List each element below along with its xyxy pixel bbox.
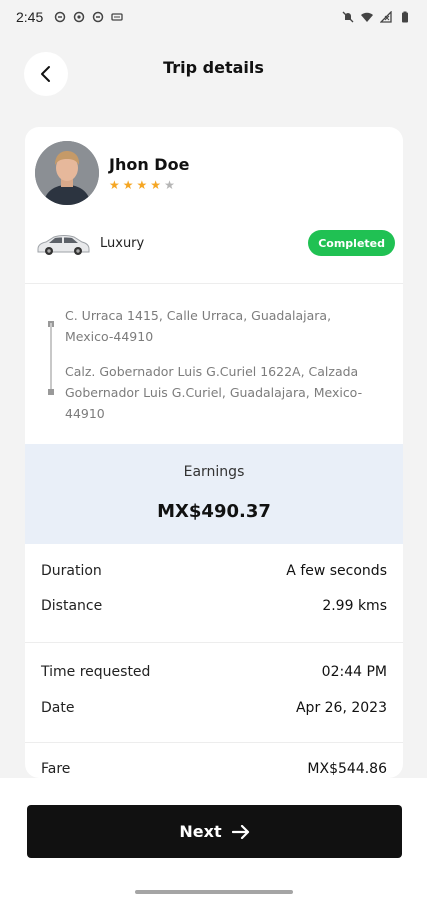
star-icon: ★ [122,178,134,192]
date-value: Apr 26, 2023 [295,700,387,716]
star-icon: ★ [109,178,120,192]
star-icon: ★ [136,178,148,192]
notification-icon [55,11,66,23]
fare-value: MX$544.86 [307,761,387,777]
duration-row: Duration A few seconds [41,563,387,583]
time-requested-value: 02:44 PM [321,664,387,680]
avatar [35,141,99,205]
duration-label: Duration [41,563,102,579]
bottom-panel: Next [0,778,427,900]
star-icon: ★ [164,178,175,192]
dropoff-address: Calz. Gobernador Luis G.Curiel 1622A, Ca… [65,364,363,421]
fare-label: Fare [41,761,71,777]
divider [25,642,403,643]
distance-label: Distance [41,598,103,614]
wifi-icon [361,12,373,22]
next-button-label: Next [179,822,222,841]
divider [25,742,403,743]
driver-rating: ★ ★ ★ ★ ★ [109,179,175,191]
notification-icon [74,11,85,23]
status-right [342,11,411,23]
signal-icon [380,11,392,23]
status-left: 2:45 [16,9,123,25]
page-title: Trip details [163,58,264,77]
time-requested-label: Time requested [41,664,151,680]
time-requested-row: Time requested 02:44 PM [41,664,387,684]
mute-icon [342,11,354,23]
next-button[interactable]: Next [27,805,402,858]
car-icon [37,235,90,255]
vehicle-type: Luxury [100,236,145,251]
driver-section: Jhon Doe ★ ★ ★ ★ ★ [35,141,395,207]
earnings-label: Earnings [183,464,245,480]
notification-icon [93,11,104,23]
date-row: Date Apr 26, 2023 [41,700,387,720]
date-label: Date [41,700,75,716]
battery-icon [402,11,408,23]
status-bar: 2:45 [0,0,427,34]
divider [25,283,403,284]
trip-card: Jhon Doe ★ ★ ★ ★ ★ Luxury Completed C. Urrac… [25,127,403,778]
distance-row: Distance 2.99 kms [41,598,387,618]
home-indicator[interactable] [135,890,293,894]
earnings-value: MX$490.37 [157,501,271,522]
route-section: C. Urraca 1415, Calle Urraca, Guadalajar… [25,285,403,443]
status-badge: Completed [308,230,395,256]
dropoff-marker-icon [48,389,54,395]
keyboard-icon [111,13,123,21]
arrow-right-icon [231,824,249,839]
earnings-panel: Earnings MX$490.37 [25,444,403,544]
driver-name: Jhon Doe [109,155,190,174]
status-time: 2:45 [16,9,44,25]
fare-row: Fare MX$544.86 [41,761,387,778]
star-icon: ★ [150,178,162,192]
duration-value: A few seconds [286,563,387,579]
route-line [50,323,52,395]
distance-value: 2.99 kms [322,598,387,614]
pickup-address: C. Urraca 1415, Calle Urraca, Guadalajar… [65,308,332,344]
vehicle-row: Luxury Completed [35,227,395,261]
header: Trip details [0,48,427,104]
avatar-image [35,141,99,205]
